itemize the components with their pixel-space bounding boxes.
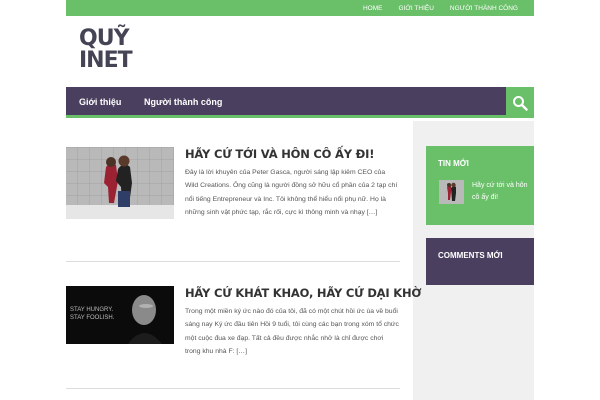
post-divider — [66, 261, 400, 262]
thumbnail-caption: STAY HUNGRY. STAY FOOLISH. — [70, 306, 114, 322]
logo-line-1: QUỸ — [79, 26, 129, 51]
widget-recent-posts: TIN MỚI Hãy cứ tới và hôn cô ấy đi! — [426, 146, 534, 225]
widget-title: TIN MỚI — [438, 159, 469, 168]
widget-title: COMMENTS MỚI — [438, 251, 503, 260]
thumbnail-caption-line-1: STAY HUNGRY. — [70, 307, 114, 313]
post-divider — [66, 388, 400, 389]
post-excerpt: Trong một miền ký ức nào đó của tôi, đã … — [185, 308, 399, 356]
post-thumbnail[interactable] — [66, 147, 174, 219]
top-nav-nguoi-thanh-cong[interactable]: NGƯỜI THÀNH CÔNG — [450, 5, 518, 12]
search-icon — [513, 95, 528, 111]
couple-photo-image — [66, 147, 174, 219]
top-nav-gioi-thieu[interactable]: GIỚI THIỆU — [398, 5, 433, 12]
logo-line-2: INET — [79, 48, 133, 73]
post-title[interactable]: HÃY CỨ TỚI VÀ HÔN CÔ ẤY ĐI! — [185, 147, 400, 161]
main-nav: Giới thiệu Người thành công — [66, 87, 534, 118]
post-title[interactable]: HÃY CỨ KHÁT KHAO, HÃY CỨ DẠI KHỜ — [185, 286, 421, 300]
post-item: HÃY CỨ TỚI VÀ HÔN CÔ ẤY ĐI! Đây là lời k… — [66, 147, 400, 227]
post-item: STAY HUNGRY. STAY FOOLISH. HÃY CỨ KHÁT K… — [66, 286, 421, 366]
widget-post-thumbnail[interactable] — [439, 180, 464, 204]
top-nav: HOME GIỚI THIỆU NGƯỜI THÀNH CÔNG — [363, 0, 518, 16]
main-nav-gioi-thieu[interactable]: Giới thiệu — [79, 87, 121, 118]
top-nav-home[interactable]: HOME — [363, 5, 383, 12]
site-logo[interactable]: QUỸ INET — [79, 26, 133, 73]
couple-thumbnail-image — [439, 180, 464, 204]
thumbnail-caption-line-2: STAY FOOLISH. — [70, 315, 115, 321]
post-excerpt: Đây là lời khuyên của Peter Gasca, người… — [185, 169, 398, 217]
top-bar: HOME GIỚI THIỆU NGƯỜI THÀNH CÔNG — [66, 0, 534, 16]
widget-recent-comments: COMMENTS MỚI — [426, 238, 534, 285]
widget-post-title[interactable]: Hãy cứ tới và hôn cô ấy đi! — [472, 180, 532, 204]
main-nav-nguoi-thanh-cong[interactable]: Người thành công — [144, 87, 222, 118]
post-thumbnail[interactable]: STAY HUNGRY. STAY FOOLISH. — [66, 286, 174, 344]
search-button[interactable] — [506, 87, 534, 118]
